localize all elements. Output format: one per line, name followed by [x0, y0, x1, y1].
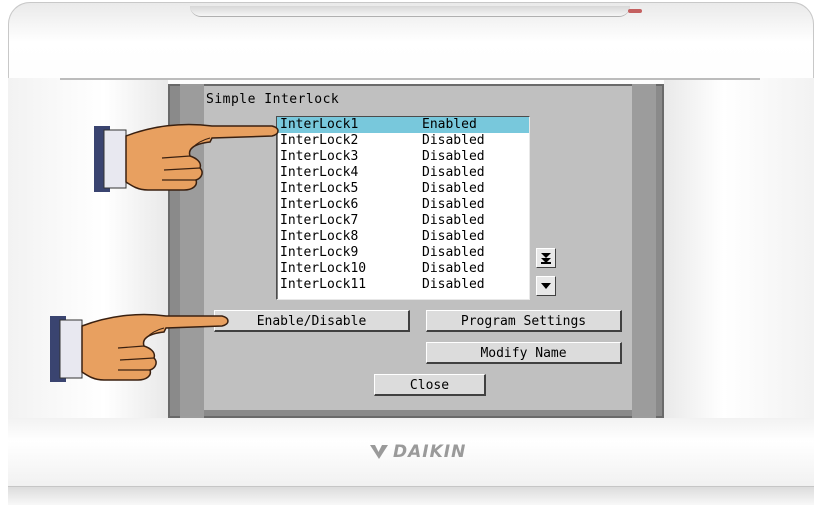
interlock-name: InterLock1	[280, 117, 359, 132]
double-arrow-down-icon	[541, 253, 551, 264]
interlock-name: InterLock6	[280, 197, 359, 212]
screen-frame-right	[632, 84, 656, 418]
interlock-row[interactable]: InterLock1 Enabled	[277, 117, 529, 133]
program-settings-button[interactable]: Program Settings	[426, 310, 622, 332]
interlock-row[interactable]: InterLock7 Disabled	[277, 213, 529, 229]
interlock-status: Disabled	[422, 149, 485, 164]
housing-bottom-edge	[8, 486, 814, 505]
interlock-row[interactable]: InterLock11 Disabled	[277, 277, 529, 293]
brand-name: DAIKIN	[393, 442, 467, 462]
interlock-row[interactable]: InterLock9 Disabled	[277, 245, 529, 261]
interlock-name: InterLock9	[280, 245, 359, 260]
interlock-status: Disabled	[422, 165, 485, 180]
brand-logo: DAIKIN	[368, 440, 466, 464]
interlock-name: InterLock5	[280, 181, 359, 196]
interlock-name: InterLock11	[280, 277, 367, 292]
interlock-name: InterLock4	[280, 165, 359, 180]
interlock-status: Disabled	[422, 133, 485, 148]
pointing-hand-icon	[94, 123, 279, 192]
interlock-status: Disabled	[422, 213, 485, 228]
interlock-name: InterLock7	[280, 213, 359, 228]
interlock-name: InterLock10	[280, 261, 367, 276]
arrow-down-icon	[541, 283, 551, 289]
housing-rim-line	[60, 78, 760, 80]
interlock-list[interactable]: InterLock1 Enabled InterLock2 Disabled Inter…	[276, 116, 530, 300]
interlock-status: Enabled	[422, 117, 477, 132]
interlock-name: InterLock8	[280, 229, 359, 244]
interlock-status: Disabled	[422, 229, 485, 244]
pointing-hand-icon	[50, 313, 229, 382]
interlock-row[interactable]: InterLock5 Disabled	[277, 181, 529, 197]
close-button[interactable]: Close	[374, 374, 486, 396]
interlock-name: InterLock3	[280, 149, 359, 164]
enable-disable-button[interactable]: Enable/Disable	[214, 310, 410, 332]
interlock-status: Disabled	[422, 261, 485, 276]
interlock-status: Disabled	[422, 277, 485, 292]
modify-name-button[interactable]: Modify Name	[426, 342, 622, 364]
interlock-row[interactable]: InterLock10 Disabled	[277, 261, 529, 277]
housing-right-panel	[664, 78, 814, 418]
interlock-status: Disabled	[422, 197, 485, 212]
daikin-logo-icon	[370, 445, 388, 459]
interlock-row[interactable]: InterLock6 Disabled	[277, 197, 529, 213]
housing-top-strip	[190, 6, 630, 17]
interlock-row[interactable]: InterLock2 Disabled	[277, 133, 529, 149]
screen-title: Simple Interlock	[206, 92, 340, 107]
interlock-name: InterLock2	[280, 133, 359, 148]
scroll-fast-down-button[interactable]	[536, 248, 556, 268]
housing-top-accent	[628, 9, 642, 13]
interlock-row[interactable]: InterLock3 Disabled	[277, 149, 529, 165]
scroll-down-button[interactable]	[536, 276, 556, 296]
interlock-status: Disabled	[422, 245, 485, 260]
interlock-status: Disabled	[422, 181, 485, 196]
interlock-row[interactable]: InterLock8 Disabled	[277, 229, 529, 245]
interlock-row[interactable]: InterLock4 Disabled	[277, 165, 529, 181]
